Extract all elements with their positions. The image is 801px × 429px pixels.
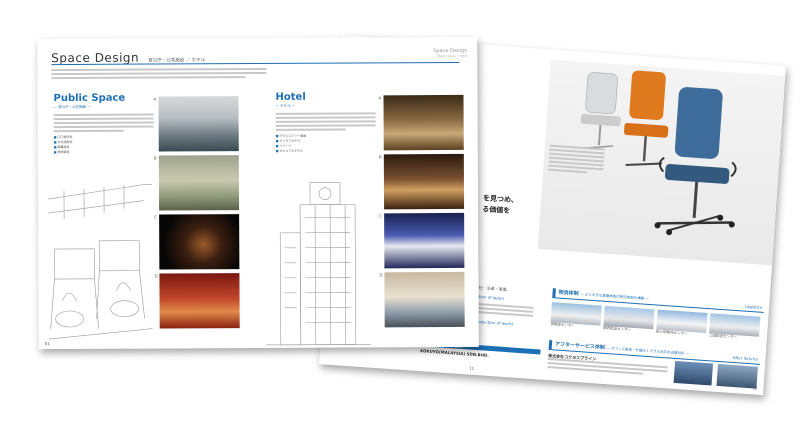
public-waiting-room-photo <box>158 155 240 211</box>
public-office-photo <box>158 96 239 152</box>
public-space-bullet: 美術館等 <box>54 150 154 156</box>
public-space-sketch <box>47 184 153 340</box>
photo-label: C <box>379 213 382 219</box>
hotel-section: Hotel — ホテル — ラグジュアリー施設ビジネスホテルリゾートカジュアルホ… <box>275 91 376 154</box>
hotel-bullet: カジュアルホテル <box>276 148 376 154</box>
hotel-lobby-photo <box>383 94 464 151</box>
logistics-center-card: 柏ヶ崎物流センター <box>656 309 708 338</box>
hotel-bullets: ラグジュアリー施設ビジネスホテルリゾートカジュアルホテル <box>276 133 376 154</box>
public-exhibit-photo <box>159 214 240 270</box>
photo-label: A <box>378 95 382 101</box>
hotel-restaurant-photo <box>383 153 465 210</box>
photo-label: C <box>154 214 157 220</box>
front-page-number: 01 <box>44 341 50 347</box>
after-service-subtitle: — オフィス家具・什器のトラブル対応を迅速対応 — <box>606 346 690 356</box>
logistics-center-card: 伊勢原センター <box>550 302 602 330</box>
public-space-section: Public Space — 官公庁・公共施設 — 〇〇役所等文化施設等図書館等… <box>53 92 154 156</box>
logistics-title: 物流体制 <box>558 289 579 298</box>
back-nav-block: 会社・沿革・事業 uction of japan ntroduction of … <box>472 285 535 328</box>
section-world-label: ntroduction of world <box>472 318 513 327</box>
logistics-center-card: 三田配送センター <box>709 313 761 341</box>
logistics-tag: Logistics <box>744 303 763 310</box>
logistics-subtitle: — より大きな倉庫体制の物流体制を構築 — <box>580 292 649 301</box>
public-space-heading: Public Space <box>53 92 126 105</box>
photo-label: B <box>153 155 157 161</box>
after-service-tag: After Service <box>732 354 759 362</box>
public-hall-photo <box>159 273 240 329</box>
after-service-photo-1 <box>673 360 714 386</box>
photo-label: B <box>378 154 382 160</box>
public-space-subheading: — 官公庁・公共施設 — <box>53 104 91 110</box>
section-japan-label: uction of japan <box>473 293 505 301</box>
header-right: Space Design Public Space · Hotel <box>433 48 467 58</box>
front-brochure-page: Space Design 官公庁・公共施設 ／ ホテル Space Design… <box>37 36 479 350</box>
hotel-sketch <box>265 182 371 346</box>
hotel-subheading: — ホテル — <box>275 103 296 108</box>
photo-label: A <box>153 96 157 102</box>
hotel-guest-room-photo <box>384 271 465 328</box>
public-space-bullets: 〇〇役所等文化施設等図書館等美術館等 <box>54 135 154 156</box>
back-nav-top: 会社・沿革・事業 <box>474 284 507 292</box>
hotel-photos <box>37 37 477 39</box>
back-page-number-left: 11 <box>468 365 475 371</box>
hotel-heading: Hotel <box>275 91 306 103</box>
photo-label: D <box>154 273 158 279</box>
chair-description <box>548 144 605 177</box>
after-service-title: アフターサービス体制 <box>554 341 605 351</box>
back-page-number-right: 12 <box>752 385 758 391</box>
header-right-sub: Public Space · Hotel <box>437 53 468 59</box>
hotel-exterior-night-photo <box>384 212 465 269</box>
photo-label: D <box>379 272 383 278</box>
public-space-photos <box>37 37 477 39</box>
intro-text <box>51 67 267 81</box>
logistics-center-card: 関西配送センター <box>603 305 655 334</box>
back-headline: を見つめ、 る価値を <box>482 193 518 217</box>
